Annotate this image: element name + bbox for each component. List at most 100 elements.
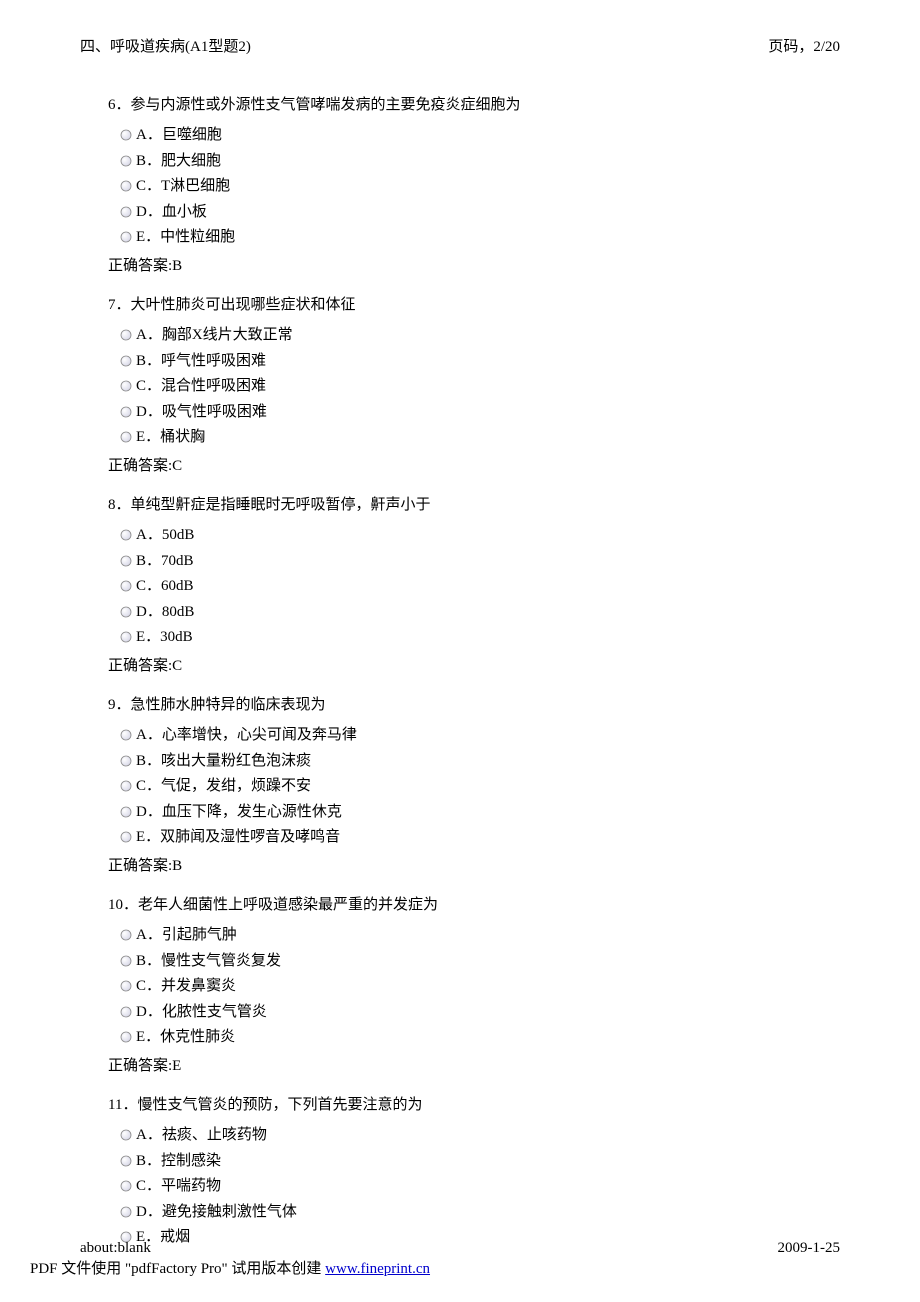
option-label: D．化脓性支气管炎	[136, 1001, 267, 1024]
option-row[interactable]: A．引起肺气肿	[120, 924, 808, 947]
radio-icon[interactable]	[120, 631, 132, 643]
option-label: A．祛痰、止咳药物	[136, 1124, 267, 1147]
question-stem: 9．急性肺水肿特异的临床表现为	[108, 695, 808, 716]
question-stem: 6．参与内源性或外源性支气管哮喘发病的主要免疫炎症细胞为	[108, 95, 808, 116]
option-label: E．双肺闻及湿性啰音及哮鸣音	[136, 826, 340, 849]
radio-icon[interactable]	[120, 231, 132, 243]
radio-icon[interactable]	[120, 980, 132, 992]
radio-icon[interactable]	[120, 1006, 132, 1018]
option-row[interactable]: D．化脓性支气管炎	[120, 1001, 808, 1024]
question-stem: 8．单纯型鼾症是指睡眠时无呼吸暂停，鼾声小于	[108, 495, 808, 516]
radio-icon[interactable]	[120, 155, 132, 167]
option-label: D．避免接触刺激性气体	[136, 1201, 297, 1224]
option-row[interactable]: D．血小板	[120, 201, 808, 224]
option-label: E．桶状胸	[136, 426, 205, 449]
question-list: 6．参与内源性或外源性支气管哮喘发病的主要免疫炎症细胞为 A．巨噬细胞 B．肥大细胞…	[108, 95, 808, 1267]
question: 9．急性肺水肿特异的临床表现为 A．心率增快，心尖可闻及奔马律 B．咳出大量粉红色泡…	[108, 695, 808, 877]
radio-icon[interactable]	[120, 806, 132, 818]
question: 11．慢性支气管炎的预防，下列首先要注意的为 A．祛痰、止咳药物 B．控制感染C．平…	[108, 1095, 808, 1249]
option-row[interactable]: E．中性粒细胞	[120, 226, 808, 249]
radio-icon[interactable]	[120, 580, 132, 592]
radio-icon[interactable]	[120, 529, 132, 541]
watermark-link[interactable]: www.fineprint.cn	[325, 1261, 430, 1277]
page-title: 四、呼吸道疾病(A1型题2)	[80, 35, 251, 56]
option-label: D．吸气性呼吸困难	[136, 401, 267, 424]
correct-answer: 正确答案:B	[108, 255, 808, 278]
option-row[interactable]: B．控制感染	[120, 1150, 808, 1173]
option-label: C．气促，发绀，烦躁不安	[136, 775, 311, 798]
option-label: C．T淋巴细胞	[136, 175, 230, 198]
radio-icon[interactable]	[120, 380, 132, 392]
radio-icon[interactable]	[120, 406, 132, 418]
option-label: B．咳出大量粉红色泡沫痰	[136, 750, 311, 773]
radio-icon[interactable]	[120, 329, 132, 341]
radio-icon[interactable]	[120, 729, 132, 741]
option-label: A．巨噬细胞	[136, 124, 222, 147]
option-row[interactable]: E．休克性肺炎	[120, 1026, 808, 1049]
radio-icon[interactable]	[120, 180, 132, 192]
option-label: E．中性粒细胞	[136, 226, 235, 249]
correct-answer: 正确答案:C	[108, 455, 808, 478]
radio-icon[interactable]	[120, 1031, 132, 1043]
option-row[interactable]: C．60dB	[120, 575, 808, 598]
option-label: C．并发鼻窦炎	[136, 975, 236, 998]
option-row[interactable]: B．70dB	[120, 550, 808, 573]
option-row[interactable]: D．80dB	[120, 601, 808, 624]
option-row[interactable]: C．气促，发绀，烦躁不安	[120, 775, 808, 798]
radio-icon[interactable]	[120, 831, 132, 843]
option-label: B．肥大细胞	[136, 150, 221, 173]
radio-icon[interactable]	[120, 1206, 132, 1218]
option-row[interactable]: B．呼气性呼吸困难	[120, 350, 808, 373]
footer-url: about:blank	[80, 1240, 151, 1257]
option-row[interactable]: D．避免接触刺激性气体	[120, 1201, 808, 1224]
radio-icon[interactable]	[120, 755, 132, 767]
radio-icon[interactable]	[120, 1180, 132, 1192]
radio-icon[interactable]	[120, 129, 132, 141]
option-row[interactable]: B．咳出大量粉红色泡沫痰	[120, 750, 808, 773]
question: 7．大叶性肺炎可出现哪些症状和体征 A．胸部X线片大致正常 B．呼气性呼吸困难C．混…	[108, 295, 808, 477]
question: 10．老年人细菌性上呼吸道感染最严重的并发症为A．引起肺气肿B．慢性支气管炎复发…	[108, 895, 808, 1077]
question-stem: 11．慢性支气管炎的预防，下列首先要注意的为	[108, 1095, 808, 1116]
option-row[interactable]: D．吸气性呼吸困难	[120, 401, 808, 424]
option-row[interactable]: A．巨噬细胞	[120, 124, 808, 147]
option-label: C．60dB	[136, 575, 194, 598]
radio-icon[interactable]	[120, 206, 132, 218]
option-label: D．血压下降，发生心源性休克	[136, 801, 342, 824]
option-row[interactable]: A．50dB	[120, 524, 808, 547]
option-row[interactable]: C．混合性呼吸困难	[120, 375, 808, 398]
option-row[interactable]: E．戒烟	[120, 1226, 808, 1249]
option-row[interactable]: C．平喘药物	[120, 1175, 808, 1198]
radio-icon[interactable]	[120, 606, 132, 618]
correct-answer: 正确答案:B	[108, 855, 808, 878]
option-label: A．50dB	[136, 524, 194, 547]
radio-icon[interactable]	[120, 355, 132, 367]
option-label: A．心率增快，心尖可闻及奔马律	[136, 724, 357, 747]
option-label: D．血小板	[136, 201, 207, 224]
radio-icon[interactable]	[120, 1155, 132, 1167]
option-label: D．80dB	[136, 601, 194, 624]
option-row[interactable]: E．30dB	[120, 626, 808, 649]
question: 8．单纯型鼾症是指睡眠时无呼吸暂停，鼾声小于 A．50dB B．70dBC．60dB…	[108, 495, 808, 677]
radio-icon[interactable]	[120, 555, 132, 567]
option-row[interactable]: A．胸部X线片大致正常	[120, 324, 808, 347]
option-row[interactable]: C．并发鼻窦炎	[120, 975, 808, 998]
radio-icon[interactable]	[120, 431, 132, 443]
radio-icon[interactable]	[120, 1129, 132, 1141]
radio-icon[interactable]	[120, 929, 132, 941]
option-label: A．引起肺气肿	[136, 924, 237, 947]
option-row[interactable]: D．血压下降，发生心源性休克	[120, 801, 808, 824]
option-row[interactable]: B．慢性支气管炎复发	[120, 950, 808, 973]
option-row[interactable]: B．肥大细胞	[120, 150, 808, 173]
option-row[interactable]: E．双肺闻及湿性啰音及哮鸣音	[120, 826, 808, 849]
radio-icon[interactable]	[120, 780, 132, 792]
option-label: A．胸部X线片大致正常	[136, 324, 293, 347]
question: 6．参与内源性或外源性支气管哮喘发病的主要免疫炎症细胞为 A．巨噬细胞 B．肥大细胞…	[108, 95, 808, 277]
option-label: C．平喘药物	[136, 1175, 221, 1198]
option-row[interactable]: A．心率增快，心尖可闻及奔马律	[120, 724, 808, 747]
question-stem: 7．大叶性肺炎可出现哪些症状和体征	[108, 295, 808, 316]
watermark: PDF 文件使用 "pdfFactory Pro" 试用版本创建 www.fin…	[30, 1257, 430, 1278]
option-row[interactable]: C．T淋巴细胞	[120, 175, 808, 198]
option-row[interactable]: E．桶状胸	[120, 426, 808, 449]
radio-icon[interactable]	[120, 955, 132, 967]
option-row[interactable]: A．祛痰、止咳药物	[120, 1124, 808, 1147]
